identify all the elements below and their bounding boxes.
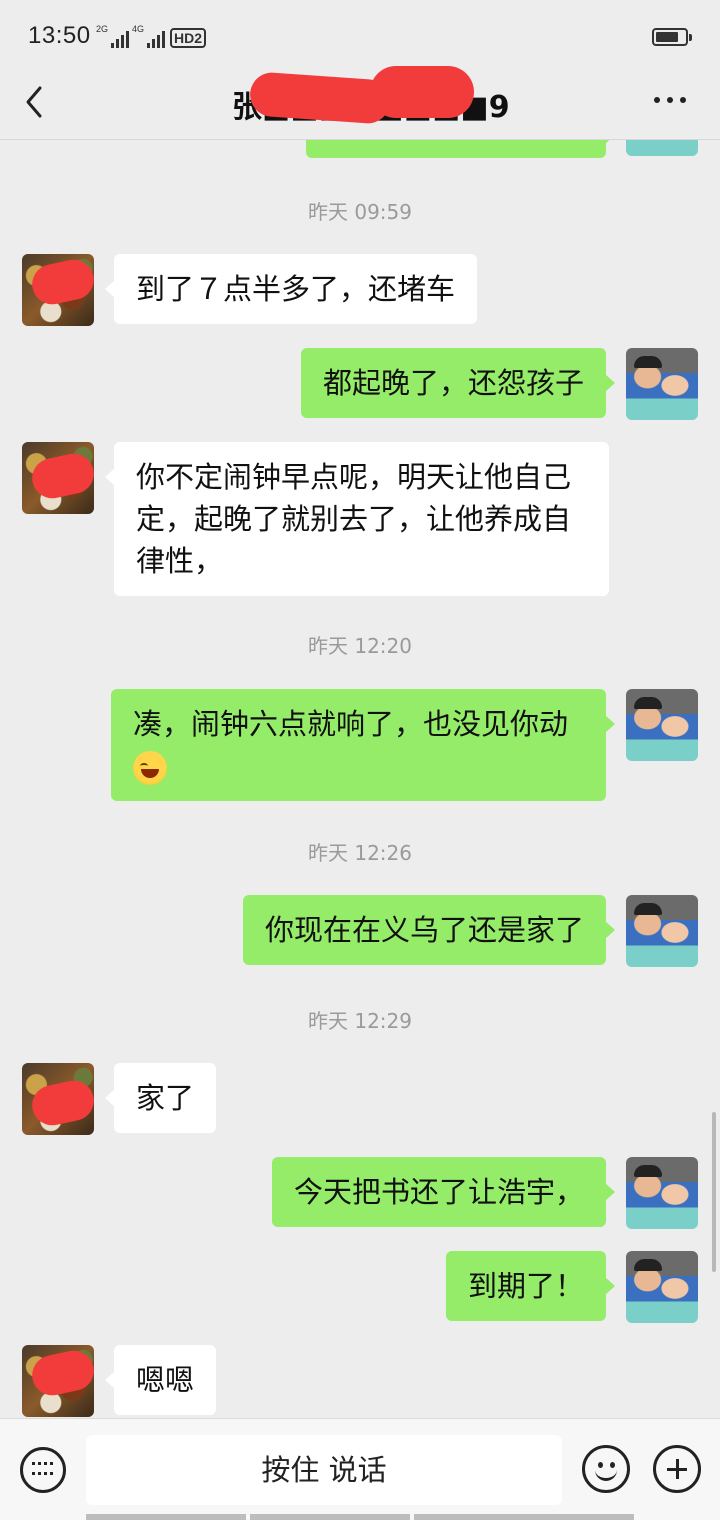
- network-type-2: 4G: [132, 24, 145, 34]
- nav-hint-bar: [250, 1514, 410, 1520]
- nav-hint-bar: [86, 1514, 246, 1520]
- network-type-1: 2G: [96, 24, 109, 34]
- emoji-icon: [598, 1462, 603, 1468]
- message-text: 都起晚了，还怨孩子: [322, 366, 584, 400]
- signal-indicators: 2G 4G HD2: [96, 24, 207, 48]
- status-bar: 13:50 2G 4G HD2: [0, 0, 720, 72]
- input-bar: 按住 说话: [0, 1418, 720, 1520]
- message-text: 嗯嗯: [136, 1363, 195, 1397]
- avatar-self[interactable]: [626, 689, 698, 761]
- avatar-self[interactable]: [626, 348, 698, 420]
- chat-messages[interactable]: 昨天 09:59 到了７点半多了，还堵车 都起晚了，还怨孩子 你不定闹钟早点呢，…: [0, 140, 720, 1418]
- timestamp: 昨天 12:20: [308, 634, 412, 658]
- message-bubble-self[interactable]: 凑，闹钟六点就响了，也没见你动: [111, 689, 615, 801]
- timestamp: 昨天 12:26: [308, 841, 412, 865]
- message-bubble-other[interactable]: 嗯嗯: [104, 1345, 217, 1415]
- avatar-self[interactable]: [626, 1157, 698, 1229]
- avatar-other[interactable]: [22, 442, 94, 514]
- hold-to-talk-button[interactable]: 按住 说话: [86, 1435, 562, 1505]
- message-bubble-other[interactable]: 到了７点半多了，还堵车: [104, 254, 478, 324]
- hd-badge: HD2: [170, 28, 207, 48]
- more-options-button[interactable]: [650, 90, 690, 110]
- message-bubble-self[interactable]: [306, 140, 615, 158]
- message-text: 你现在在义乌了还是家了: [264, 913, 584, 947]
- avatar-other[interactable]: [22, 1063, 94, 1135]
- avatar-self[interactable]: [626, 895, 698, 967]
- signal-bars-icon: [147, 30, 166, 48]
- battery-icon: [652, 28, 692, 46]
- nav-hint-bar: [414, 1514, 634, 1520]
- message-text: 到期了！: [467, 1269, 584, 1303]
- keyboard-toggle-button[interactable]: [20, 1447, 66, 1493]
- status-time: 13:50: [28, 22, 91, 49]
- message-text: 今天把书还了让浩宇，: [293, 1175, 584, 1209]
- message-text: 你不定闹钟早点呢，明天让他自己定，起晚了就别去了，让他养成自律性，: [136, 460, 572, 578]
- timestamp: 昨天 12:29: [308, 1009, 412, 1033]
- avatar-other[interactable]: [22, 1345, 94, 1417]
- message-bubble-other[interactable]: 你不定闹钟早点呢，明天让他自己定，起晚了就别去了，让他养成自律性，: [105, 442, 609, 596]
- signal-bars-icon: [111, 30, 130, 48]
- chat-header: 张■■■■■■■■9: [0, 66, 720, 140]
- message-text: 家了: [136, 1081, 195, 1115]
- message-bubble-self[interactable]: 都起晚了，还怨孩子: [300, 348, 616, 418]
- message-bubble-self[interactable]: 今天把书还了让浩宇，: [271, 1157, 616, 1227]
- keyboard-icon: [32, 1462, 54, 1478]
- message-bubble-self[interactable]: 你现在在义乌了还是家了: [242, 895, 616, 965]
- more-dots-icon: [654, 97, 660, 103]
- redaction-mark: [370, 66, 474, 118]
- more-functions-button[interactable]: [653, 1445, 701, 1493]
- battery-level: [656, 32, 679, 42]
- message-text: 凑，闹钟六点就响了，也没见你动: [133, 707, 569, 741]
- chevron-left-icon: [26, 86, 42, 118]
- scrollbar[interactable]: [712, 1112, 716, 1272]
- message-bubble-self[interactable]: 到期了！: [445, 1251, 616, 1321]
- avatar-self[interactable]: [626, 1251, 698, 1323]
- laugh-cry-emoji-icon: [133, 751, 167, 785]
- timestamp: 昨天 09:59: [308, 200, 412, 224]
- message-bubble-other[interactable]: 家了: [104, 1063, 217, 1133]
- back-button[interactable]: [18, 78, 58, 126]
- message-text: 到了７点半多了，还堵车: [136, 272, 456, 306]
- avatar-other[interactable]: [22, 254, 94, 326]
- avatar-self[interactable]: [626, 140, 698, 156]
- emoji-button[interactable]: [582, 1445, 630, 1493]
